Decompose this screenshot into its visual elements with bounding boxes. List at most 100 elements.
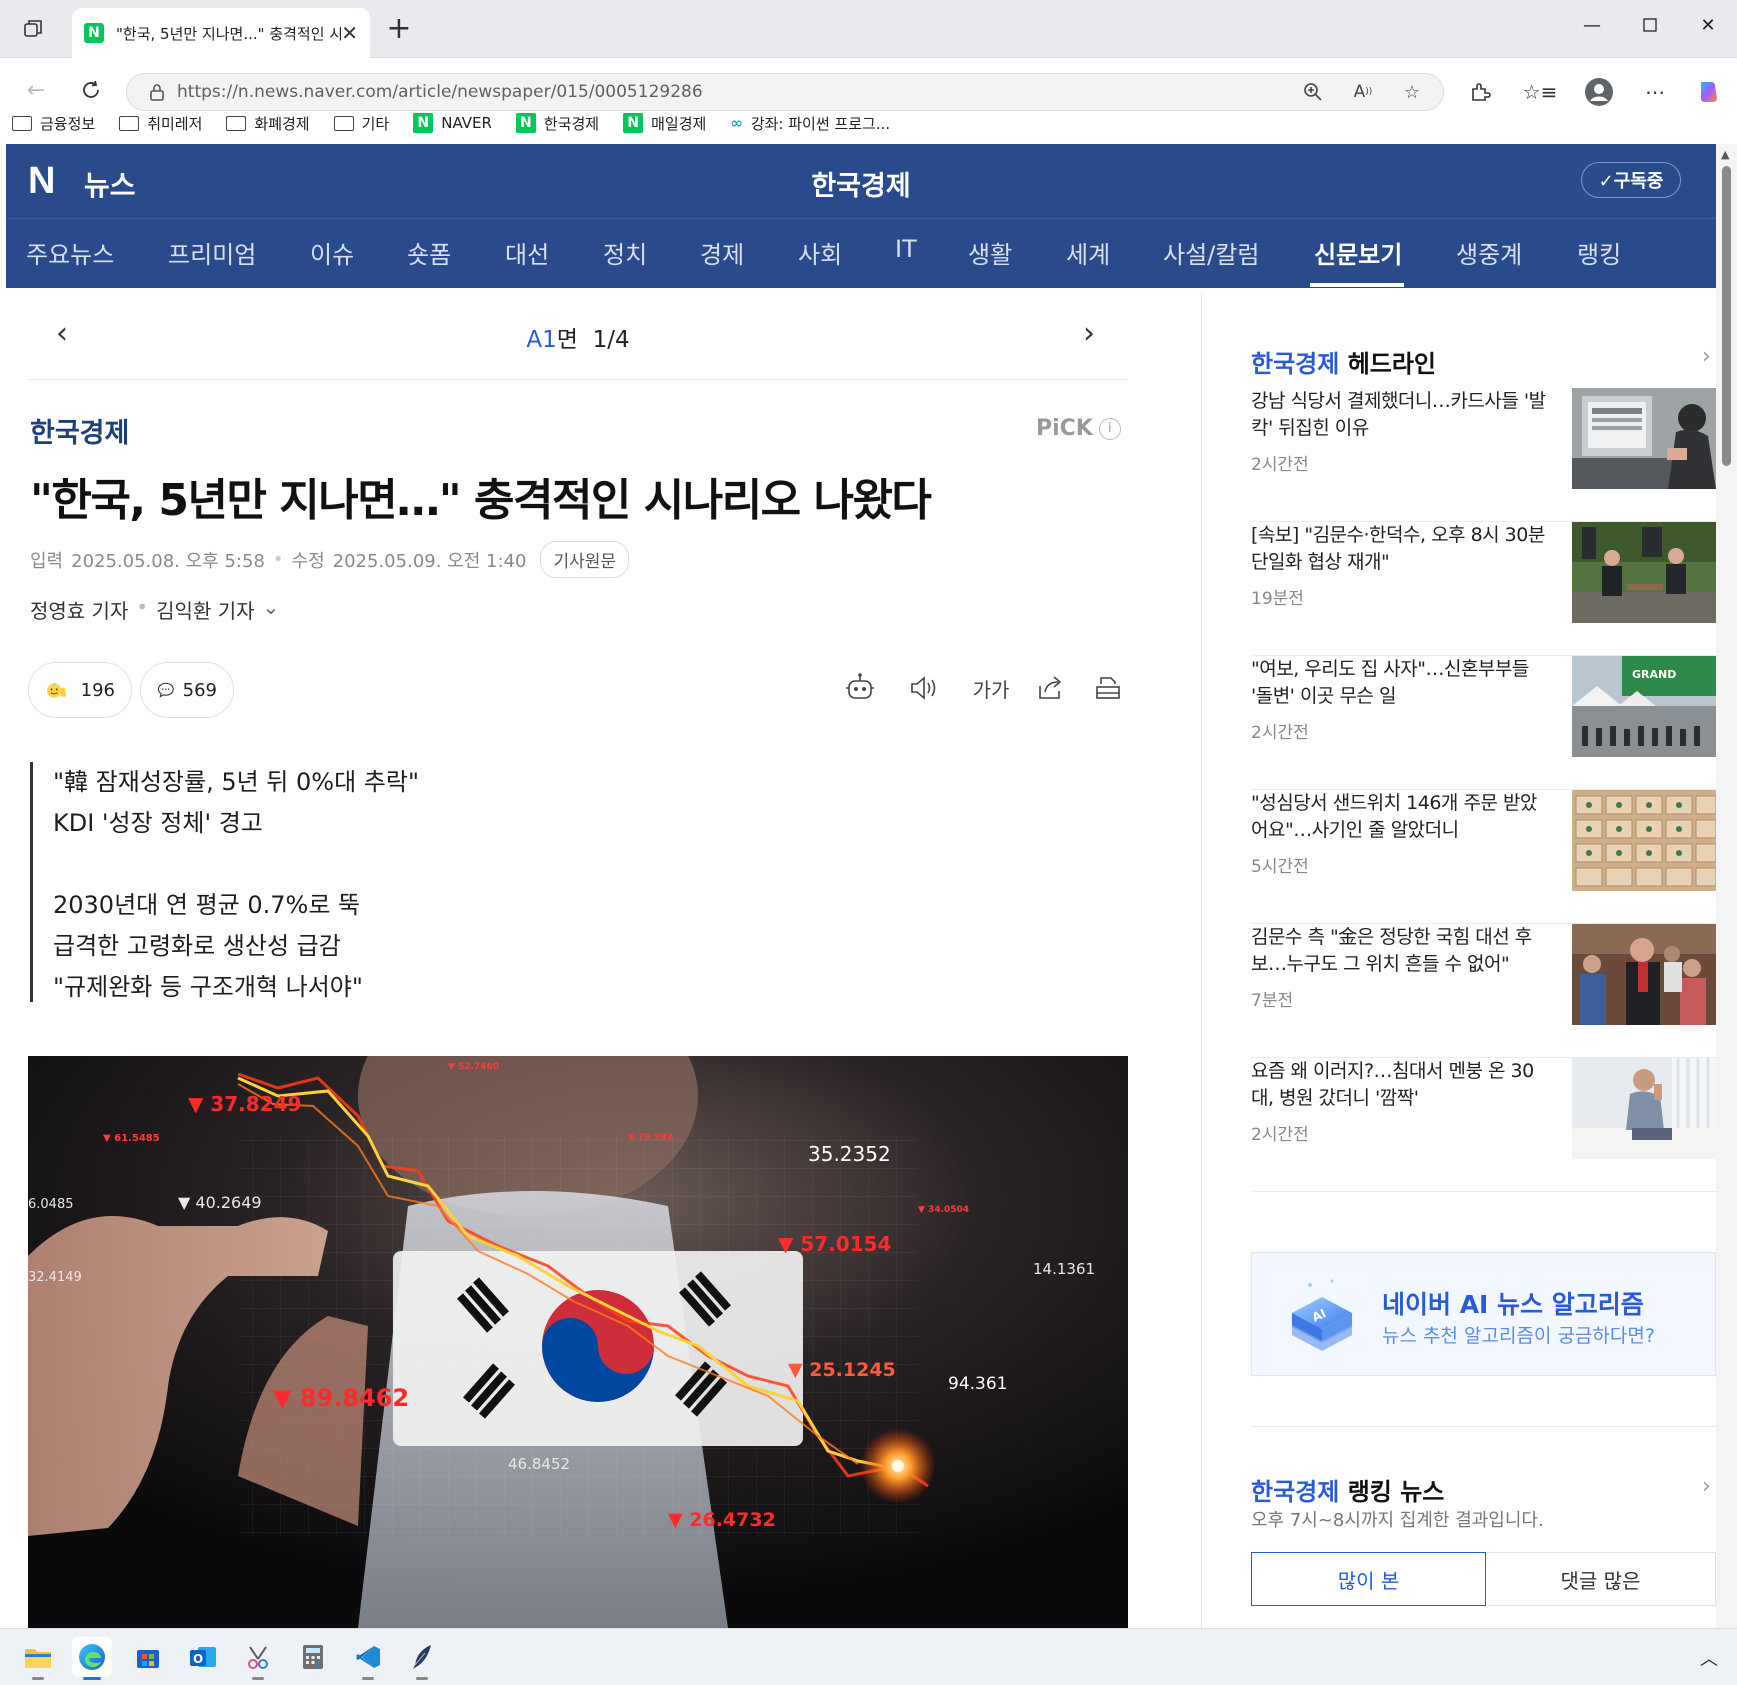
naver-icon: N <box>623 113 644 133</box>
calculator-icon[interactable] <box>293 1637 333 1677</box>
maximize-icon[interactable] <box>1621 0 1679 50</box>
scroll-up-icon[interactable]: ▲ <box>1721 148 1729 161</box>
sidebar-headline-item[interactable]: "성심당서 샌드위치 146개 주문 받았어요"…사기인 줄 알았더니 5시간전 <box>1251 790 1716 924</box>
bookmark-python-course[interactable]: ∞ 강좌: 파이썬 프로그... <box>730 113 890 134</box>
page-scrollbar[interactable]: ▲ <box>1716 144 1737 1628</box>
favorites-list-icon[interactable]: ☆≡ <box>1523 75 1558 109</box>
tab-close-icon[interactable]: ✕ <box>341 21 358 45</box>
read-aloud-icon[interactable]: A)) <box>1349 78 1377 106</box>
zoom-icon[interactable] <box>1299 78 1327 106</box>
tab-society[interactable]: 사회 <box>798 235 842 270</box>
browser-tab-active[interactable]: N "한국, 5년만 지나면..." 충격적인 시나리오 ✕ <box>72 8 370 58</box>
browser-tab-bar: N "한국, 5년만 지나면..." 충격적인 시나리오 ✕ + — ✕ <box>0 0 1737 58</box>
font-size-button[interactable]: 가가 <box>966 668 1016 708</box>
tab-most-viewed[interactable]: 많이 본 <box>1251 1552 1486 1606</box>
snipping-tool-icon[interactable] <box>238 1637 278 1680</box>
chevron-right-icon[interactable]: › <box>1702 344 1711 369</box>
headline-thumbnail[interactable] <box>1572 1058 1716 1159</box>
subscribe-button[interactable]: ✓구독중 <box>1581 162 1681 198</box>
tab-ranking[interactable]: 랭킹 <box>1577 235 1621 270</box>
comment-button[interactable]: 569 <box>140 662 234 718</box>
minimize-icon[interactable]: — <box>1563 0 1621 50</box>
address-toolbar: ← https://n.news.naver.com/article/newsp… <box>0 58 1737 154</box>
tab-it[interactable]: IT <box>895 235 917 263</box>
favorite-star-icon[interactable]: ☆ <box>1398 78 1426 106</box>
file-explorer-icon[interactable] <box>18 1637 58 1680</box>
headline-thumbnail[interactable] <box>1572 924 1716 1025</box>
edge-icon[interactable] <box>72 1637 112 1680</box>
chevron-right-icon[interactable]: › <box>1702 1474 1711 1499</box>
article-hero-image[interactable]: ▼ 37.8249 ▼ 40.2649 35.2352 ▼ 57.0154 14… <box>28 1056 1128 1628</box>
ranking-title[interactable]: 한국경제 랭킹 뉴스 <box>1251 1472 1444 1507</box>
bookmark-folder-finance[interactable]: 금융정보 <box>12 113 95 134</box>
sidebar-headline-title[interactable]: 한국경제 헤드라인 <box>1251 344 1436 379</box>
bookmark-folder-hobby[interactable]: 취미레저 <box>119 113 202 134</box>
tab-life[interactable]: 생활 <box>968 235 1012 270</box>
new-tab-button[interactable]: + <box>382 12 416 46</box>
bookmark-folder-etc[interactable]: 기타 <box>333 113 389 134</box>
tab-shortform[interactable]: 숏폼 <box>407 235 451 270</box>
extensions-icon[interactable] <box>1463 75 1497 109</box>
page-indicator: A1면 1/4 <box>526 327 630 353</box>
tab-most-commented[interactable]: 댓글 많은 <box>1486 1552 1716 1606</box>
chevron-up-icon[interactable]: ︿ <box>1700 1645 1718 1671</box>
share-icon[interactable] <box>1030 668 1070 708</box>
info-icon[interactable]: i <box>1098 417 1121 440</box>
speaker-icon[interactable] <box>904 668 944 708</box>
scrollbar-thumb[interactable] <box>1722 166 1731 466</box>
bookmark-maeil[interactable]: N 매일경제 <box>623 113 706 134</box>
profile-avatar-icon[interactable] <box>1582 75 1616 109</box>
tab-economy[interactable]: 경제 <box>700 235 744 270</box>
copilot-icon[interactable] <box>1692 75 1726 109</box>
tab-world[interactable]: 세계 <box>1066 235 1110 270</box>
sidebar-headline-item[interactable]: [속보] "김문수·한덕수, 오후 8시 30분 단일화 협상 재개" 19분전 <box>1251 522 1716 656</box>
tab-premium[interactable]: 프리미엄 <box>168 235 256 270</box>
feather-pen-icon[interactable] <box>402 1637 442 1680</box>
headline-thumbnail[interactable] <box>1572 790 1716 891</box>
headline-thumbnail[interactable] <box>1572 388 1716 489</box>
emoji-reaction-icon <box>46 682 67 698</box>
svg-text:▼ 40.2649: ▼ 40.2649 <box>178 1193 262 1212</box>
article-press-name[interactable]: 한국경제 <box>30 411 129 450</box>
original-article-button[interactable]: 기사원문 <box>540 541 629 578</box>
svg-text:▼ 79.283: ▼ 79.283 <box>628 1133 673 1143</box>
more-options-icon[interactable]: ⋯ <box>1638 75 1672 109</box>
bookmark-folder-currency[interactable]: 화폐경제 <box>226 113 310 134</box>
svg-text:46.8452: 46.8452 <box>508 1455 570 1473</box>
ai-algorithm-banner[interactable]: AI 네이버 AI 뉴스 알고리즘 뉴스 추천 알고리즘이 궁금하다면? <box>1251 1252 1716 1376</box>
sidebar-headline-item[interactable]: 요즘 왜 이러지?…침대서 멘붕 온 30대, 병원 갔더니 '깜짝' 2시간전 <box>1251 1058 1716 1192</box>
headline-thumbnail[interactable]: GRAND <box>1572 656 1716 757</box>
sidebar-headline-item[interactable]: "여보, 우리도 집 사자"…신혼부부들 '돌변' 이곳 무슨 일 2시간전 G… <box>1251 656 1716 790</box>
bookmark-naver[interactable]: N NAVER <box>413 113 492 133</box>
bookmarks-bar: 금융정보 취미레저 화폐경제 기타 N NAVER N 한국경제 N 매일경제 ∞ 강좌… <box>0 105 1737 141</box>
tab-actions-icon[interactable] <box>18 14 48 44</box>
sidebar-headline-item[interactable]: 강남 식당서 결제했더니…카드사들 '발칵' 뒤집힌 이유 2시간전 <box>1251 388 1716 522</box>
article-reporters[interactable]: 정영효 기자 • 김익환 기자 ⌄ <box>30 595 279 624</box>
sidebar-headline-item[interactable]: 김문수 측 "金은 정당한 국힘 대선 후보…누구도 그 위치 흔들 수 없어"… <box>1251 924 1716 1058</box>
svg-text:32.4149: 32.4149 <box>28 1270 82 1285</box>
vscode-icon[interactable] <box>348 1637 388 1680</box>
tab-issue[interactable]: 이슈 <box>310 235 354 270</box>
tab-main-news[interactable]: 주요뉴스 <box>26 235 114 270</box>
next-page-icon[interactable]: › <box>1083 316 1095 351</box>
tab-newspaper[interactable]: 신문보기 <box>1314 235 1402 270</box>
window-close-icon[interactable]: ✕ <box>1679 0 1737 50</box>
pick-badge[interactable]: PiCK i <box>1036 416 1121 441</box>
back-icon[interactable]: ← <box>18 72 54 108</box>
tab-editorial[interactable]: 사설/칼럼 <box>1163 235 1259 270</box>
press-title[interactable]: 한국경제 <box>6 164 1716 203</box>
bookmark-hankyung[interactable]: N 한국경제 <box>515 113 599 134</box>
tab-live[interactable]: 생중계 <box>1456 235 1522 270</box>
svg-text:▼ 57.0154: ▼ 57.0154 <box>778 1232 891 1256</box>
tab-politics[interactable]: 정치 <box>603 235 647 270</box>
refresh-icon[interactable] <box>73 72 109 108</box>
summary-bot-icon[interactable] <box>840 668 880 708</box>
print-icon[interactable] <box>1088 668 1128 708</box>
reaction-button[interactable]: 196 <box>28 662 132 718</box>
outlook-icon[interactable]: O <box>183 1637 223 1677</box>
tab-election[interactable]: 대선 <box>505 235 549 270</box>
store-icon[interactable] <box>128 1637 168 1677</box>
svg-text:▼ 26.4732: ▼ 26.4732 <box>668 1509 776 1531</box>
headline-thumbnail[interactable] <box>1572 522 1716 623</box>
naver-favicon-icon: N <box>84 23 104 43</box>
